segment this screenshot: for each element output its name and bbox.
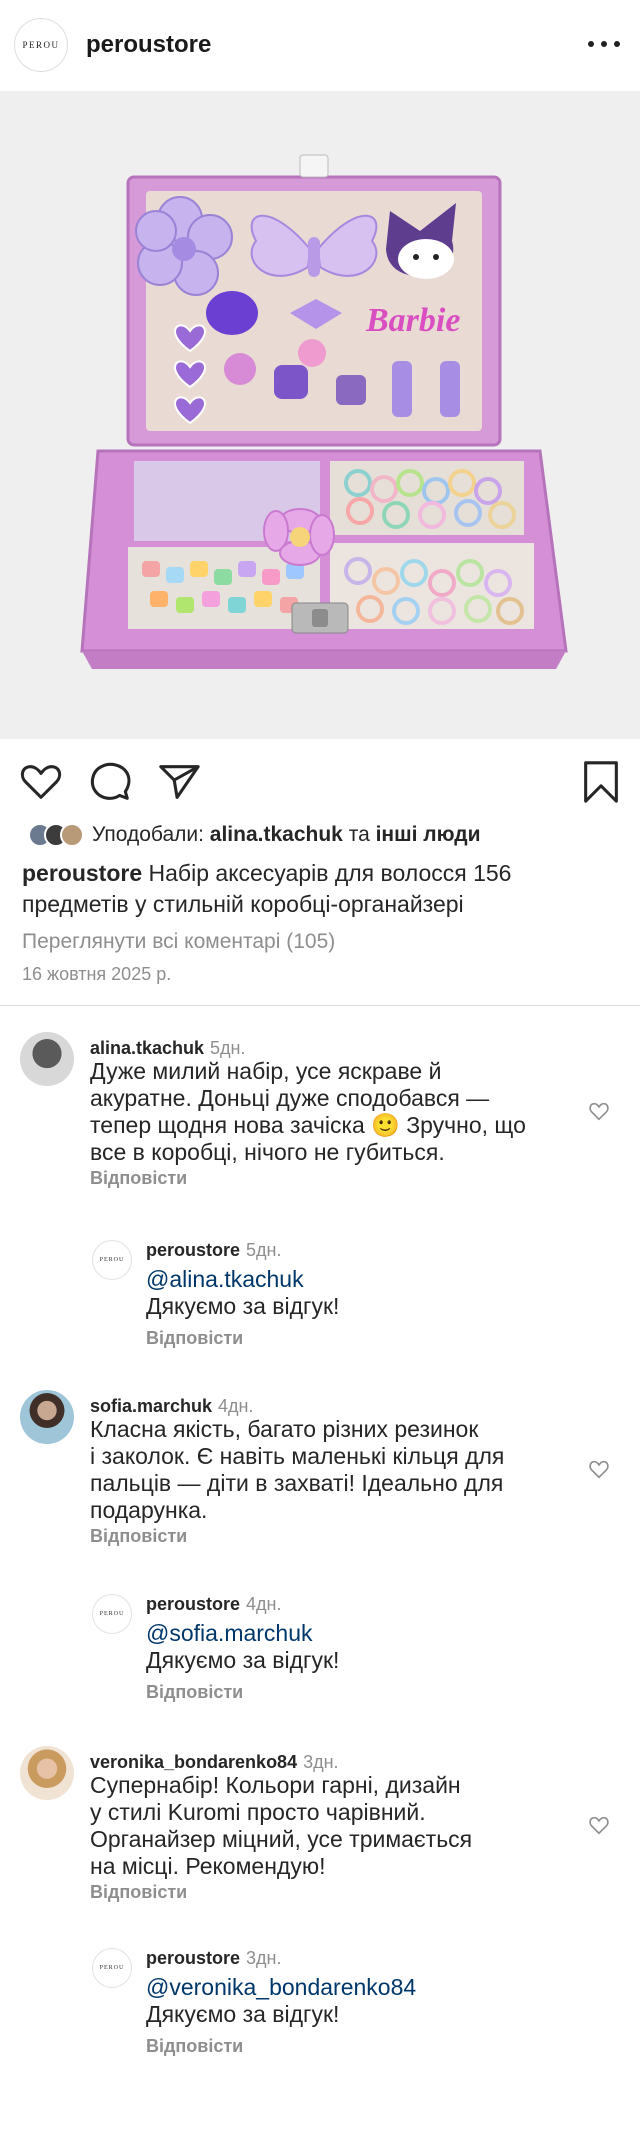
reply-mention[interactable]: @alina.tkachuk xyxy=(146,1266,339,1293)
comment-like-icon[interactable] xyxy=(588,1814,610,1836)
comment-line: на місці. Рекомендую! xyxy=(90,1853,326,1879)
comment-username[interactable]: veronika_bondarenko84 xyxy=(90,1752,297,1772)
comment-text: Супернабір! Кольори гарні, дизайн у стил… xyxy=(90,1772,472,1880)
post-caption: peroustore Набір аксесуарів для волосся … xyxy=(22,858,622,920)
comment-line: Класна якість, багато різних резинок xyxy=(90,1416,479,1442)
comment-line: Органайзер міцний, усе тримається xyxy=(90,1826,473,1852)
comment-line: тепер щодня нова зачіска 🙂 Зручно, що xyxy=(90,1112,526,1138)
comment-header: sofia.marchuk 4дн. xyxy=(90,1396,254,1417)
store-avatar[interactable]: PEROU xyxy=(14,18,68,72)
comment-line: у стилі Kuromi просто чарівний. xyxy=(90,1799,426,1825)
comment-line: пальців — діти в захваті! Ідеально для xyxy=(90,1470,504,1496)
comment-icon[interactable] xyxy=(87,759,133,805)
likes-middle: та xyxy=(342,823,376,846)
comment-header: alina.tkachuk 5дн. xyxy=(90,1038,246,1059)
reply-button[interactable]: Відповісти xyxy=(146,1682,243,1703)
reply-time: 3дн. xyxy=(246,1948,282,1968)
reply-button[interactable]: Відповісти xyxy=(90,1168,187,1189)
likes-user[interactable]: alina.tkachuk xyxy=(210,823,343,846)
barbie-label: Barbie xyxy=(365,302,460,339)
heart-icon[interactable] xyxy=(18,759,64,805)
reply-button[interactable]: Відповісти xyxy=(146,1328,243,1349)
post-actions xyxy=(0,739,640,823)
reply-time: 4дн. xyxy=(246,1594,282,1614)
store-logo-text: PEROU xyxy=(22,40,60,50)
comment-time: 3дн. xyxy=(303,1752,339,1772)
post-username[interactable]: peroustore xyxy=(86,31,211,59)
comment-like-icon[interactable] xyxy=(588,1458,610,1480)
comment-time: 5дн. xyxy=(210,1038,246,1058)
product-photo[interactable]: Barbie xyxy=(0,91,640,739)
comment-line: подарунка. xyxy=(90,1497,208,1523)
reply-button[interactable]: Відповісти xyxy=(146,2036,243,2057)
comment-username[interactable]: sofia.marchuk xyxy=(90,1396,212,1416)
reply-button[interactable]: Відповісти xyxy=(90,1882,187,1903)
likes-text: Уподобали: alina.tkachuk та інші люди xyxy=(92,823,481,847)
bookmark-icon[interactable] xyxy=(578,759,624,805)
liker-avatar xyxy=(60,823,84,847)
divider xyxy=(0,1005,640,1006)
reply-message: Дякуємо за відгук! xyxy=(146,2001,340,2027)
comment-username[interactable]: alina.tkachuk xyxy=(90,1038,204,1058)
reply-text: @veronika_bondarenko84 Дякуємо за відгук… xyxy=(146,1974,416,2028)
reply-text: @sofia.marchuk Дякуємо за відгук! xyxy=(146,1620,339,1674)
reply-mention[interactable]: @sofia.marchuk xyxy=(146,1620,339,1647)
likes-prefix: Уподобали: xyxy=(92,823,210,846)
likes-summary[interactable]: Уподобали: alina.tkachuk та інші люди xyxy=(28,822,481,848)
caption-username[interactable]: peroustore xyxy=(22,860,142,886)
reply-username[interactable]: peroustore xyxy=(146,1240,240,1260)
reply-header: peroustore 4дн. xyxy=(146,1594,282,1615)
commenter-avatar[interactable] xyxy=(20,1746,74,1800)
comment-line: Дуже милий набір, усе яскраве й xyxy=(90,1058,442,1084)
reply-avatar[interactable]: PEROU xyxy=(92,1948,132,1988)
reply-avatar-logo: PEROU xyxy=(99,1611,125,1617)
commenter-avatar[interactable] xyxy=(20,1032,74,1086)
reply-mention[interactable]: @veronika_bondarenko84 xyxy=(146,1974,416,2001)
commenter-avatar[interactable] xyxy=(20,1390,74,1444)
comment-line: все в коробці, нічого не губиться. xyxy=(90,1139,445,1165)
send-icon[interactable] xyxy=(156,759,202,805)
reply-username[interactable]: peroustore xyxy=(146,1948,240,1968)
post-header: PEROU peroustore xyxy=(0,0,640,91)
reply-button[interactable]: Відповісти xyxy=(90,1526,187,1547)
comment-line: і заколок. Є навіть маленькі кільця для xyxy=(90,1443,505,1469)
reply-username[interactable]: peroustore xyxy=(146,1594,240,1614)
comment-text: Класна якість, багато різних резинок і з… xyxy=(90,1416,504,1524)
view-all-comments-link[interactable]: Переглянути всі коментарі (105) xyxy=(22,930,335,954)
more-horizontal-icon[interactable] xyxy=(588,34,620,54)
reply-text: @alina.tkachuk Дякуємо за відгук! xyxy=(146,1266,339,1320)
reply-message: Дякуємо за відгук! xyxy=(146,1293,340,1319)
reply-header: peroustore 5дн. xyxy=(146,1240,282,1261)
comment-header: veronika_bondarenko84 3дн. xyxy=(90,1752,339,1773)
comment-line: Супернабір! Кольори гарні, дизайн xyxy=(90,1772,461,1798)
reply-avatar[interactable]: PEROU xyxy=(92,1240,132,1280)
reply-avatar-logo: PEROU xyxy=(99,1965,125,1971)
reply-avatar-logo: PEROU xyxy=(99,1257,125,1263)
post-date: 16 жовтня 2025 р. xyxy=(22,964,172,984)
comment-line: акуратне. Доньці дуже сподобався — xyxy=(90,1085,490,1111)
reply-header: peroustore 3дн. xyxy=(146,1948,282,1969)
comment-text: Дуже милий набір, усе яскраве й акуратне… xyxy=(90,1058,526,1166)
product-illustration: Barbie xyxy=(0,91,640,739)
comment-like-icon[interactable] xyxy=(588,1100,610,1122)
comment-time: 4дн. xyxy=(218,1396,254,1416)
reply-avatar[interactable]: PEROU xyxy=(92,1594,132,1634)
reply-message: Дякуємо за відгук! xyxy=(146,1647,340,1673)
likes-others[interactable]: інші люди xyxy=(376,823,481,846)
reply-time: 5дн. xyxy=(246,1240,282,1260)
